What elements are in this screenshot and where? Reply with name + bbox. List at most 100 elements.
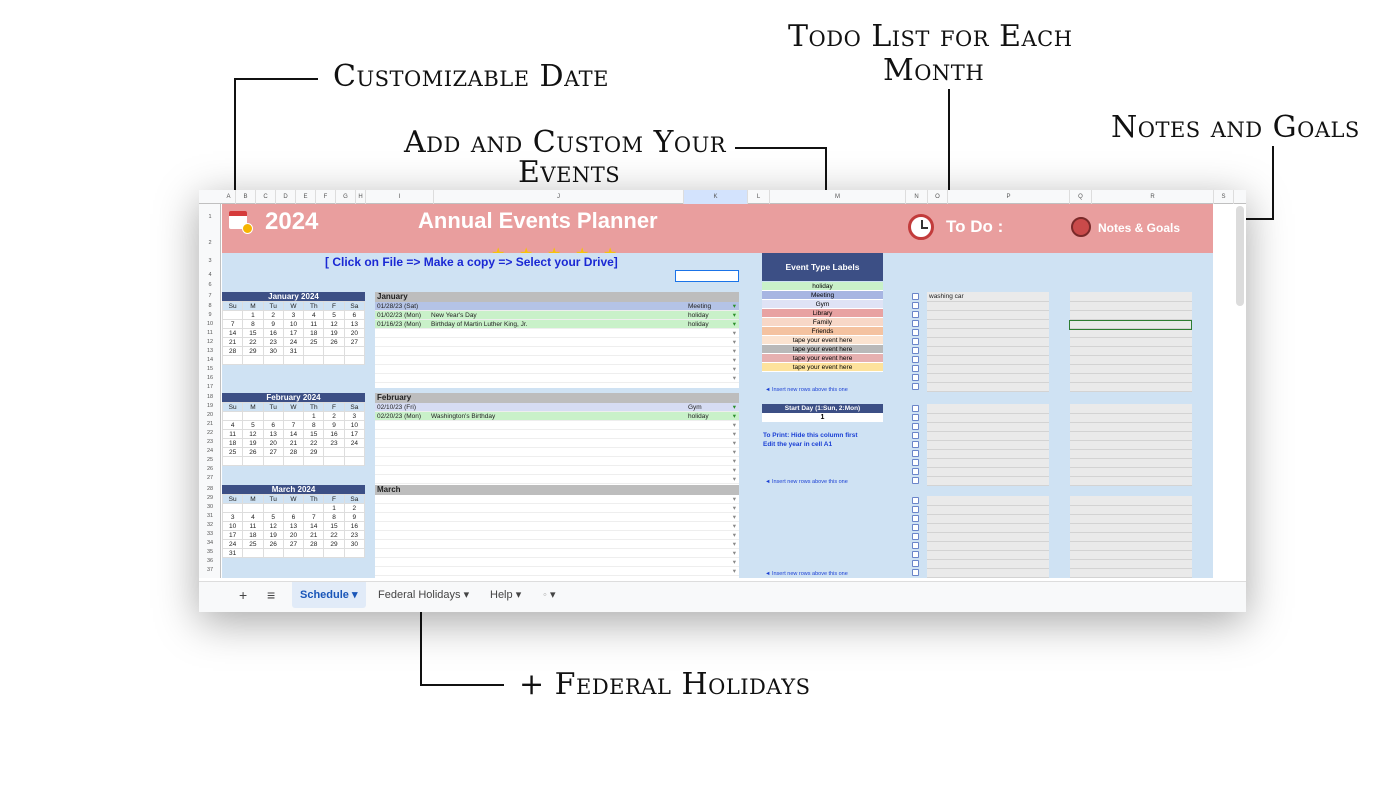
calendar-day[interactable]: 15 <box>323 521 345 531</box>
calendar-day[interactable] <box>221 503 244 513</box>
calendar-day[interactable]: 3 <box>343 411 366 421</box>
event-type-label[interactable]: tape your event here <box>762 354 883 363</box>
column-header[interactable]: F <box>316 190 336 204</box>
calendar-day[interactable]: 17 <box>282 328 305 338</box>
calendar-day[interactable]: 21 <box>221 337 244 347</box>
calendar-day[interactable] <box>323 548 345 558</box>
row-header[interactable]: 9 <box>199 312 221 318</box>
row-header[interactable]: 19 <box>199 403 221 409</box>
calendar-day[interactable]: 28 <box>221 346 244 356</box>
event-type-label[interactable]: tape your event here <box>762 363 883 372</box>
calendar-day[interactable]: 5 <box>242 420 264 430</box>
calendar-day[interactable]: 5 <box>323 310 345 320</box>
event-row[interactable]: ▾ <box>375 475 739 484</box>
todo-checkbox[interactable] <box>912 432 919 439</box>
calendar-day[interactable]: 30 <box>262 346 284 356</box>
dropdown-arrow-icon[interactable]: ▾ <box>733 347 736 356</box>
todo-checkbox[interactable] <box>912 459 919 466</box>
calendar-day[interactable]: 18 <box>242 530 264 540</box>
event-type[interactable]: Meeting <box>688 302 711 311</box>
calendar-day[interactable]: 2 <box>262 310 284 320</box>
event-name[interactable]: Washington's Birthday <box>431 412 495 421</box>
calendar-day[interactable]: 19 <box>262 530 284 540</box>
calendar-day[interactable]: 6 <box>262 420 284 430</box>
calendar-day[interactable] <box>282 411 305 421</box>
row-header[interactable]: 1 <box>199 214 221 220</box>
event-type[interactable]: holiday <box>688 320 709 329</box>
calendar-day[interactable]: 12 <box>323 319 345 329</box>
calendar-day[interactable]: 29 <box>303 447 325 457</box>
calendar-day[interactable]: 29 <box>323 539 345 549</box>
event-row[interactable]: ▾ <box>375 549 739 558</box>
calendar-clock-icon[interactable] <box>229 211 253 234</box>
calendar-day[interactable]: 23 <box>262 337 284 347</box>
event-name[interactable]: Birthday of Martin Luther King, Jr. <box>431 320 527 329</box>
calendar-day[interactable]: 27 <box>262 447 284 457</box>
calendar-day[interactable]: 26 <box>323 337 345 347</box>
row-header[interactable]: 6 <box>199 282 221 288</box>
todo-checkbox[interactable] <box>912 551 919 558</box>
todo-checkbox[interactable] <box>912 524 919 531</box>
add-sheet-button[interactable]: + <box>231 582 255 608</box>
calendar-day[interactable] <box>282 456 305 466</box>
calendar-day[interactable]: 10 <box>343 420 366 430</box>
todo-checkbox[interactable] <box>912 338 919 345</box>
event-row[interactable]: ▾ <box>375 421 739 430</box>
event-row[interactable]: ▾ <box>375 374 739 383</box>
calendar-day[interactable] <box>303 548 325 558</box>
row-header[interactable]: 29 <box>199 495 221 501</box>
event-date[interactable]: 02/20/23 (Mon) <box>377 412 421 421</box>
event-type-label[interactable]: holiday <box>762 282 883 291</box>
todo-checkbox[interactable] <box>912 293 919 300</box>
calendar-day[interactable]: 22 <box>323 530 345 540</box>
calendar-day[interactable]: 3 <box>221 512 244 522</box>
row-header[interactable]: 14 <box>199 357 221 363</box>
calendar-day[interactable] <box>221 456 244 466</box>
tab-federal-holidays[interactable]: Federal Holidays ▾ <box>370 582 477 608</box>
todo-checkbox[interactable] <box>912 506 919 513</box>
row-header[interactable]: 3 <box>199 258 221 264</box>
calendar-day[interactable]: 24 <box>282 337 305 347</box>
event-type-label[interactable]: Gym <box>762 300 883 309</box>
dropdown-arrow-icon[interactable]: ▾ <box>733 531 736 540</box>
dropdown-arrow-icon[interactable]: ▾ <box>733 356 736 365</box>
todo-checkbox[interactable] <box>912 450 919 457</box>
calendar-day[interactable] <box>242 355 264 365</box>
calendar-day[interactable]: 10 <box>221 521 244 531</box>
calendar-day[interactable] <box>262 548 284 558</box>
selected-cell[interactable] <box>675 270 739 282</box>
dropdown-arrow-icon[interactable]: ▾ <box>733 549 736 558</box>
calendar-day[interactable]: 6 <box>343 310 366 320</box>
event-row[interactable]: 02/10/23 (Fri) Gym ▾ <box>375 403 739 412</box>
todo-checkbox[interactable] <box>912 515 919 522</box>
event-row[interactable]: ▾ <box>375 365 739 374</box>
calendar-day[interactable]: 22 <box>242 337 264 347</box>
row-header[interactable]: 21 <box>199 421 221 427</box>
event-type-label[interactable]: Library <box>762 309 883 318</box>
calendar-day[interactable]: 24 <box>221 539 244 549</box>
column-header[interactable]: N <box>906 190 928 204</box>
row-header[interactable]: 17 <box>199 384 221 390</box>
todo-checkbox[interactable] <box>912 560 919 567</box>
row-header[interactable]: 24 <box>199 448 221 454</box>
calendar-day[interactable] <box>303 355 325 365</box>
calendar-day[interactable]: 15 <box>242 328 264 338</box>
event-type-label[interactable]: Family <box>762 318 883 327</box>
column-header[interactable]: O <box>928 190 948 204</box>
column-header[interactable]: C <box>256 190 276 204</box>
calendar-day[interactable] <box>262 503 284 513</box>
calendar-day[interactable]: 8 <box>323 512 345 522</box>
calendar-day[interactable] <box>262 456 284 466</box>
calendar-day[interactable]: 23 <box>323 438 345 448</box>
calendar-day[interactable]: 20 <box>343 328 366 338</box>
event-row[interactable]: ▾ <box>375 540 739 549</box>
calendar-day[interactable]: 16 <box>262 328 284 338</box>
row-header[interactable]: 31 <box>199 513 221 519</box>
calendar-day[interactable]: 1 <box>242 310 264 320</box>
calendar-day[interactable]: 17 <box>221 530 244 540</box>
calendar-day[interactable]: 18 <box>221 438 244 448</box>
todo-checkbox[interactable] <box>912 468 919 475</box>
row-header[interactable]: 36 <box>199 558 221 564</box>
calendar-day[interactable]: 7 <box>303 512 325 522</box>
column-header[interactable]: D <box>276 190 296 204</box>
